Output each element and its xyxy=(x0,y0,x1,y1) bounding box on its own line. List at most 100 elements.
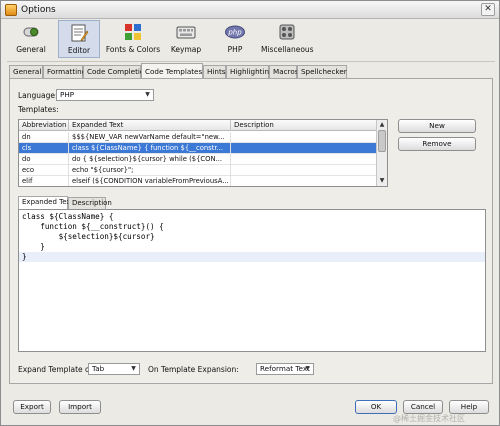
toolbar-divider xyxy=(7,61,495,62)
new-button-label: New xyxy=(429,121,445,130)
cancel-button-label: Cancel xyxy=(410,402,436,411)
remove-button-label: Remove xyxy=(422,139,452,148)
table-cell xyxy=(231,154,377,165)
template-editor[interactable]: class ${ClassName} { function ${__constr… xyxy=(18,209,486,352)
table-cell: do xyxy=(19,154,69,165)
language-select[interactable]: PHP ▼ xyxy=(56,89,154,101)
table-row[interactable]: cls class ${ClassName} { function ${__con… xyxy=(19,143,377,154)
import-button-label: Import xyxy=(68,402,92,411)
category-general[interactable]: General xyxy=(9,20,53,58)
php-icon: php xyxy=(225,25,245,39)
tab-macros[interactable]: Macros xyxy=(269,65,299,78)
column-expanded-text[interactable]: Expanded Text xyxy=(69,120,231,131)
column-description[interactable]: Description xyxy=(231,120,377,131)
table-row[interactable]: do do { ${selection}${cursor} while (${CO… xyxy=(19,154,377,165)
tab-spellchecker[interactable]: Spellchecker xyxy=(297,65,347,78)
table-header: Abbreviation Expanded Text Description xyxy=(19,120,377,131)
table-cell xyxy=(231,143,377,154)
table-cell: elif xyxy=(19,176,69,186)
templates-label: Templates: xyxy=(18,105,59,114)
scroll-down-icon[interactable]: ▼ xyxy=(378,177,386,185)
category-toolbar: General Editor Fonts & Colors Keymap php… xyxy=(1,19,499,59)
ok-button[interactable]: OK xyxy=(355,400,397,414)
category-fonts-colors[interactable]: Fonts & Colors xyxy=(105,20,161,58)
expand-on-value: Tab xyxy=(92,364,105,373)
table-cell: do { ${selection}${cursor} while (${CON.… xyxy=(69,154,231,165)
on-expansion-select[interactable]: Reformat Text ▼ xyxy=(256,363,314,375)
editor-icon xyxy=(71,24,89,42)
category-label: PHP xyxy=(227,45,243,54)
table-cell: echo "${cursor}"; xyxy=(69,165,231,176)
scroll-thumb[interactable] xyxy=(378,130,386,152)
puzzle-icon xyxy=(279,24,295,40)
close-button[interactable]: ✕ xyxy=(481,3,495,16)
new-button[interactable]: New xyxy=(398,119,476,133)
category-label: Miscellaneous xyxy=(261,45,314,54)
code-line: ${selection}${cursor} xyxy=(22,232,155,241)
tab-general[interactable]: General xyxy=(9,65,43,78)
tab-code-templates[interactable]: Code Templates xyxy=(141,63,203,79)
table-row[interactable]: eco echo "${cursor}"; xyxy=(19,165,377,176)
category-editor[interactable]: Editor xyxy=(58,20,100,58)
palette-icon xyxy=(125,24,141,40)
scroll-up-icon[interactable]: ▲ xyxy=(378,121,386,129)
window-title: Options xyxy=(21,5,56,15)
ok-button-label: OK xyxy=(370,402,382,411)
table-cell: $$${NEW_VAR newVarName default="new... xyxy=(69,132,231,143)
table-cell xyxy=(231,132,377,143)
category-label: Fonts & Colors xyxy=(105,45,161,54)
code-line: class ${ClassName} { xyxy=(22,212,114,221)
remove-button[interactable]: Remove xyxy=(398,137,476,151)
table-scrollbar[interactable]: ▲ ▼ xyxy=(376,120,387,186)
import-button[interactable]: Import xyxy=(59,400,101,414)
svg-text:php: php xyxy=(227,29,242,37)
column-abbreviation[interactable]: Abbreviation xyxy=(19,120,69,131)
watermark: @稀土掘金技术社区 xyxy=(393,414,465,423)
tab-expanded-text[interactable]: Expanded Text xyxy=(18,196,73,209)
templates-table: Abbreviation Expanded Text Description d… xyxy=(18,119,388,187)
title-bar: Options ✕ xyxy=(1,1,499,19)
tab-formatting[interactable]: Formatting xyxy=(43,65,86,78)
table-row[interactable]: dn $$${NEW_VAR newVarName default="new... xyxy=(19,132,377,143)
language-value: PHP xyxy=(60,90,75,99)
current-line-highlight xyxy=(19,252,485,262)
tab-highlighting[interactable]: Highlighting xyxy=(226,65,274,78)
table-cell xyxy=(231,165,377,176)
category-keymap[interactable]: Keymap xyxy=(166,20,206,58)
expand-on-label: Expand Template on: xyxy=(18,365,97,374)
export-button-label: Export xyxy=(20,402,44,411)
category-miscellaneous[interactable]: Miscellaneous xyxy=(261,20,314,58)
keyboard-icon xyxy=(176,26,196,39)
category-label: Keymap xyxy=(170,45,202,54)
code-line: function ${__construct}() { xyxy=(22,222,164,231)
code-templates-panel: Language: PHP ▼ Templates: Abbreviation … xyxy=(9,78,493,384)
code-line: } xyxy=(22,242,45,251)
table-cell: dn xyxy=(19,132,69,143)
table-cell: class ${ClassName} { function ${__constr… xyxy=(69,143,231,154)
expand-on-select[interactable]: Tab ▼ xyxy=(88,363,140,375)
cancel-button[interactable]: Cancel xyxy=(403,400,443,414)
tab-description[interactable]: Description xyxy=(68,197,112,209)
tab-hints[interactable]: Hints xyxy=(203,65,226,78)
help-button[interactable]: Help xyxy=(449,400,489,414)
table-cell: cls xyxy=(19,143,69,154)
table-cell: eco xyxy=(19,165,69,176)
chevron-down-icon: ▼ xyxy=(305,365,310,372)
tab-code-completion[interactable]: Code Completion xyxy=(83,65,149,78)
chevron-down-icon: ▼ xyxy=(145,91,150,98)
app-icon xyxy=(5,4,17,16)
switch-icon xyxy=(23,27,39,37)
category-label: General xyxy=(16,45,46,54)
category-php[interactable]: php PHP xyxy=(218,20,252,58)
chevron-down-icon: ▼ xyxy=(131,365,136,372)
table-cell: elseif (${CONDITION variableFromPrevious… xyxy=(69,176,231,186)
table-row[interactable]: elif elseif (${CONDITION variableFromPrev… xyxy=(19,176,377,186)
on-expansion-label: On Template Expansion: xyxy=(148,365,239,374)
options-window: Options ✕ General Editor Fonts & Colors … xyxy=(0,0,500,426)
help-button-label: Help xyxy=(460,402,478,411)
code-line: } xyxy=(22,252,27,261)
export-button[interactable]: Export xyxy=(13,400,51,414)
table-cell xyxy=(231,176,377,186)
category-label: Editor xyxy=(67,46,91,55)
language-label: Language: xyxy=(18,91,58,100)
